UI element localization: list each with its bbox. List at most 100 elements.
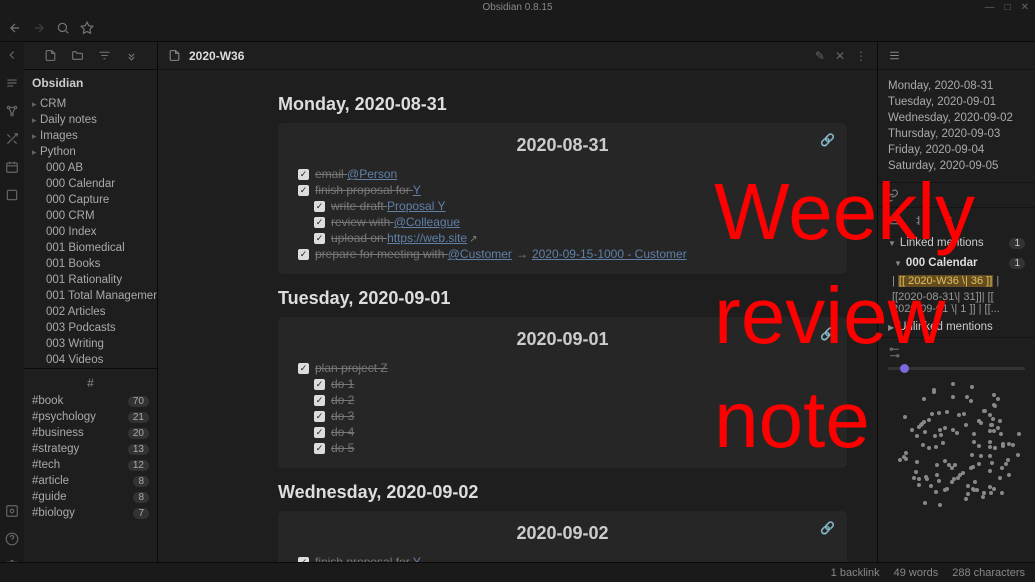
internal-link[interactable]: @Customer: [448, 247, 512, 261]
calendar-icon[interactable]: [5, 160, 19, 174]
file-item[interactable]: 001 Rationality: [28, 272, 153, 288]
collapse-icon[interactable]: [5, 48, 19, 62]
embed-link-icon[interactable]: 🔗: [820, 327, 835, 341]
checkbox-icon[interactable]: ✓: [298, 185, 309, 196]
checkbox-icon[interactable]: ✓: [298, 363, 309, 374]
file-item[interactable]: 001 Total Management: [28, 288, 153, 304]
folder-item[interactable]: ▸ Daily notes: [28, 112, 153, 128]
task-item[interactable]: ✓do 1: [298, 376, 827, 392]
internal-link[interactable]: @Person: [347, 167, 397, 181]
sort-results-icon[interactable]: [942, 214, 955, 227]
checkbox-icon[interactable]: ✓: [298, 169, 309, 180]
collapse-tree-icon[interactable]: [125, 49, 138, 62]
tag-item[interactable]: #tech12: [30, 457, 151, 473]
task-item[interactable]: ✓do 5: [298, 440, 827, 456]
graph-settings-icon[interactable]: [888, 346, 901, 359]
task-item[interactable]: ✓finish proposal for Y: [298, 182, 827, 198]
tag-item[interactable]: #article8: [30, 473, 151, 489]
task-item[interactable]: ✓do 2: [298, 392, 827, 408]
internal-link[interactable]: Proposal Y: [387, 199, 445, 213]
mention-file[interactable]: ▼000 Calendar1: [878, 253, 1035, 273]
tag-item[interactable]: #business20: [30, 425, 151, 441]
file-item[interactable]: 000 CRM: [28, 208, 153, 224]
checkbox-icon[interactable]: ✓: [314, 379, 325, 390]
task-item[interactable]: ✓upload on https://web.site↗: [298, 230, 827, 246]
checkbox-icon[interactable]: ✓: [314, 217, 325, 228]
task-item[interactable]: ✓email @Person: [298, 166, 827, 182]
sort-icon[interactable]: [98, 49, 111, 62]
unlinked-mentions-header[interactable]: ▶Unlinked mentions: [878, 317, 1035, 337]
file-item[interactable]: 003 Podcasts: [28, 320, 153, 336]
tag-item[interactable]: #book70: [30, 393, 151, 409]
embed-link-icon[interactable]: 🔗: [820, 521, 835, 535]
outline-item[interactable]: Saturday, 2020-09-05: [888, 158, 1025, 174]
file-item[interactable]: 000 Capture: [28, 192, 153, 208]
checkbox-icon[interactable]: ✓: [314, 233, 325, 244]
help-icon[interactable]: [5, 532, 19, 546]
outline-item[interactable]: Wednesday, 2020-09-02: [888, 110, 1025, 126]
graph-icon[interactable]: [5, 104, 19, 118]
folder-item[interactable]: ▸ Images: [28, 128, 153, 144]
graph-depth-slider[interactable]: [888, 367, 1025, 370]
task-item[interactable]: ✓do 4: [298, 424, 827, 440]
tag-item[interactable]: #strategy13: [30, 441, 151, 457]
context-icon[interactable]: [915, 214, 928, 227]
graph-canvas[interactable]: [884, 376, 1029, 526]
task-item[interactable]: ✓write draft Proposal Y: [298, 198, 827, 214]
internal-link[interactable]: 2020-09-15-1000 - Customer: [532, 247, 687, 261]
mention-result[interactable]: | [[ 2020-W36 \| 36 ]] |: [878, 273, 1035, 289]
file-item[interactable]: 001 Books: [28, 256, 153, 272]
collapse-results-icon[interactable]: [888, 214, 901, 227]
maximize-icon[interactable]: □: [1005, 2, 1011, 13]
internal-link[interactable]: @Colleague: [394, 215, 460, 229]
forward-icon[interactable]: [32, 21, 46, 35]
checkbox-icon[interactable]: ✓: [314, 411, 325, 422]
checkbox-icon[interactable]: ✓: [298, 249, 309, 260]
back-icon[interactable]: [8, 21, 22, 35]
file-item[interactable]: 002 Articles: [28, 304, 153, 320]
backlinks-tab-icon[interactable]: [886, 189, 899, 202]
preview-icon[interactable]: ✎: [815, 49, 825, 63]
template-icon[interactable]: [5, 188, 19, 202]
more-icon[interactable]: ⋮: [855, 49, 867, 63]
task-item[interactable]: ✓do 3: [298, 408, 827, 424]
new-note-icon[interactable]: [44, 49, 57, 62]
checkbox-icon[interactable]: ✓: [314, 201, 325, 212]
tag-item[interactable]: #guide8: [30, 489, 151, 505]
task-item[interactable]: ✓review with @Colleague: [298, 214, 827, 230]
checkbox-icon[interactable]: ✓: [314, 443, 325, 454]
outline-item[interactable]: Monday, 2020-08-31: [888, 78, 1025, 94]
outline-tab-icon[interactable]: [888, 49, 901, 62]
linked-mentions-header[interactable]: ▼Linked mentions1: [878, 233, 1035, 253]
folder-item[interactable]: ▸ CRM: [28, 96, 153, 112]
embed-link-icon[interactable]: 🔗: [820, 133, 835, 147]
vault-icon[interactable]: [5, 504, 19, 518]
file-item[interactable]: 004 Videos: [28, 352, 153, 368]
task-item[interactable]: ✓prepare for meeting with @Customer→2020…: [298, 246, 827, 262]
folder-item[interactable]: ▸ Python: [28, 144, 153, 160]
file-item[interactable]: 000 Calendar: [28, 176, 153, 192]
file-item[interactable]: 001 Biomedical: [28, 240, 153, 256]
new-folder-icon[interactable]: [71, 49, 84, 62]
outline-item[interactable]: Friday, 2020-09-04: [888, 142, 1025, 158]
tag-item[interactable]: #biology7: [30, 505, 151, 521]
file-item[interactable]: 000 Index: [28, 224, 153, 240]
close-tab-icon[interactable]: ✕: [835, 49, 845, 63]
outline-item[interactable]: Tuesday, 2020-09-01: [888, 94, 1025, 110]
internal-link[interactable]: Y: [413, 183, 421, 197]
checkbox-icon[interactable]: ✓: [314, 427, 325, 438]
task-item[interactable]: ✓plan project Z: [298, 360, 827, 376]
checkbox-icon[interactable]: ✓: [314, 395, 325, 406]
random-icon[interactable]: [5, 132, 19, 146]
tag-item[interactable]: #psychology21: [30, 409, 151, 425]
quick-switcher-icon[interactable]: [5, 76, 19, 90]
minimize-icon[interactable]: —: [985, 2, 995, 13]
file-item[interactable]: 000 AB: [28, 160, 153, 176]
file-item[interactable]: 003 Writing: [28, 336, 153, 352]
outline-item[interactable]: Thursday, 2020-09-03: [888, 126, 1025, 142]
note-content[interactable]: Monday, 2020-08-31🔗2020-08-31✓email @Per…: [158, 70, 877, 582]
star-icon[interactable]: [80, 21, 94, 35]
external-link[interactable]: https://web.site: [387, 231, 467, 245]
close-icon[interactable]: ✕: [1021, 2, 1029, 13]
search-icon[interactable]: [56, 21, 70, 35]
